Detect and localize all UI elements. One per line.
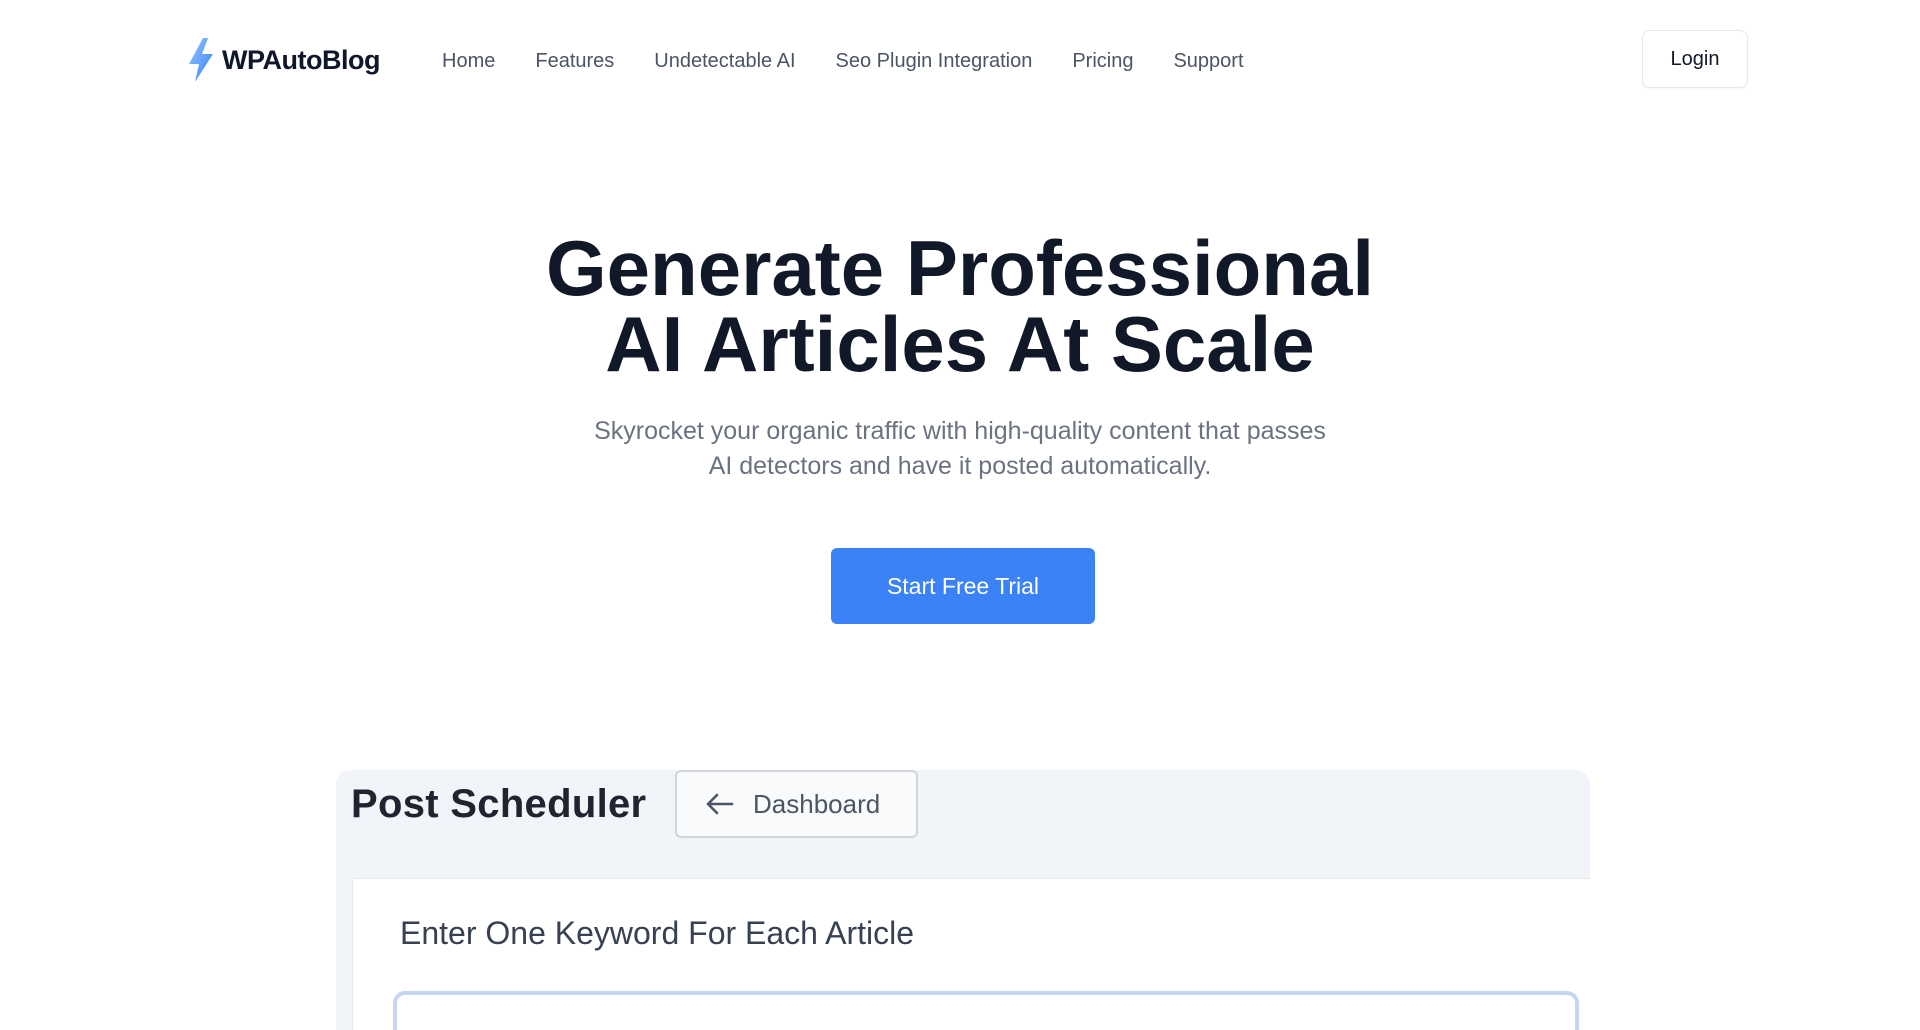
hero-title-line-2: AI Articles At Scale: [605, 300, 1315, 388]
nav-undetectable-ai[interactable]: Undetectable AI: [654, 50, 795, 73]
brand-logo[interactable]: WPAutoBlog: [186, 36, 380, 84]
brand-name: WPAutoBlog: [222, 44, 380, 75]
nav-seo-plugin-integration[interactable]: Seo Plugin Integration: [836, 50, 1033, 73]
hero-section: Generate Professional AI Articles At Sca…: [0, 224, 1920, 484]
keyword-card-label: Enter One Keyword For Each Article: [400, 915, 914, 951]
login-button[interactable]: Login: [1642, 30, 1748, 88]
arrow-left-icon: [705, 792, 735, 816]
hero-title: Generate Professional AI Articles At Sca…: [0, 224, 1920, 388]
nav-pricing[interactable]: Pricing: [1072, 50, 1133, 73]
lightning-bolt-icon: [186, 37, 216, 83]
keyword-input[interactable]: [393, 991, 1579, 1030]
post-scheduler-title: Post Scheduler: [351, 782, 647, 826]
dashboard-back-label: Dashboard: [753, 788, 881, 819]
hero-title-line-1: Generate Professional: [546, 224, 1374, 312]
start-free-trial-button[interactable]: Start Free Trial: [831, 548, 1095, 624]
dashboard-back-button[interactable]: Dashboard: [675, 770, 918, 838]
nav-features[interactable]: Features: [535, 50, 614, 73]
hero-subtitle: Skyrocket your organic traffic with high…: [594, 417, 1326, 480]
app-preview: Post Scheduler Dashboard Enter One Keywo…: [336, 770, 1590, 1030]
site-header: WPAutoBlog Home Features Undetectable AI…: [0, 0, 1920, 130]
nav-home[interactable]: Home: [442, 50, 495, 73]
nav-support[interactable]: Support: [1173, 50, 1243, 73]
keyword-card: Enter One Keyword For Each Article: [352, 878, 1590, 1030]
main-nav: Home Features Undetectable AI Seo Plugin…: [442, 50, 1244, 73]
